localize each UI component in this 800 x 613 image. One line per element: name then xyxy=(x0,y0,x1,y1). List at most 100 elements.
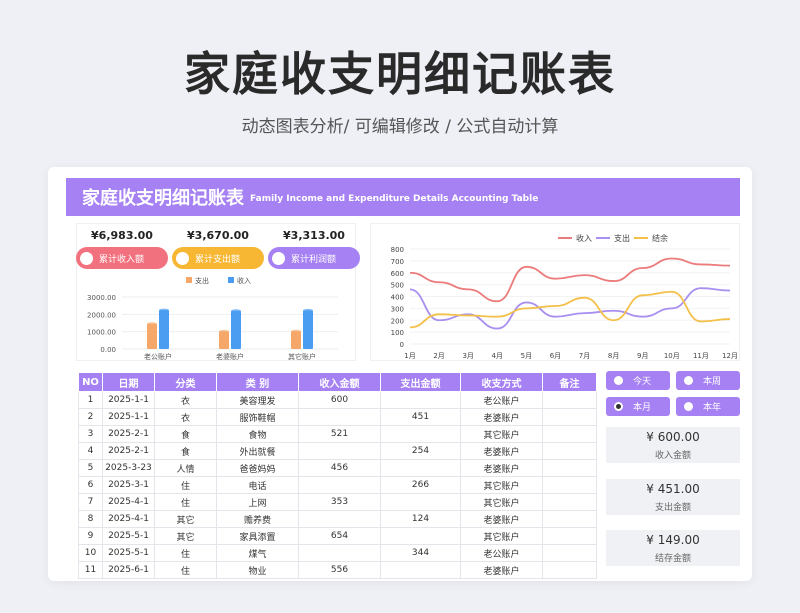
table-cell[interactable]: 8 xyxy=(78,510,103,528)
table-cell[interactable]: 住 xyxy=(154,493,217,511)
table-cell[interactable]: 456 xyxy=(298,459,381,477)
table-cell[interactable]: 521 xyxy=(298,425,381,443)
table-cell[interactable]: 住 xyxy=(154,544,217,562)
table-row[interactable]: 10 2025-5-1 住煤气 344 老公账户 xyxy=(78,544,597,562)
table-cell[interactable]: 物业 xyxy=(216,561,299,579)
table-cell[interactable]: 其它账户 xyxy=(460,425,543,443)
table-cell[interactable]: 爸爸妈妈 xyxy=(216,459,299,477)
table-cell[interactable] xyxy=(542,391,597,409)
table-cell[interactable]: 2025-4-1 xyxy=(102,493,155,511)
table-cell[interactable] xyxy=(380,561,461,579)
table-cell[interactable]: 2025-2-1 xyxy=(102,442,155,460)
table-cell[interactable] xyxy=(298,510,381,528)
table-cell[interactable]: 353 xyxy=(298,493,381,511)
table-cell[interactable] xyxy=(542,425,597,443)
table-cell[interactable]: 电话 xyxy=(216,476,299,494)
table-cell[interactable]: 10 xyxy=(78,544,103,562)
table-cell[interactable] xyxy=(298,408,381,426)
table-cell[interactable]: 2 xyxy=(78,408,103,426)
table-cell[interactable] xyxy=(542,561,597,579)
table-cell[interactable]: 344 xyxy=(380,544,461,562)
table-cell[interactable]: 老婆账户 xyxy=(460,561,543,579)
table-cell[interactable]: 衣 xyxy=(154,408,217,426)
table-cell[interactable]: 2025-3-23 xyxy=(102,459,155,477)
table-row[interactable]: 8 2025-4-1 其它 赡养费 124 老婆账户 xyxy=(78,510,597,528)
table-row[interactable]: 3 2025-2-1 食食物 521 其它账户 xyxy=(78,425,597,443)
table-cell[interactable]: 老公账户 xyxy=(460,544,543,562)
table-cell[interactable]: 2025-5-1 xyxy=(102,544,155,562)
table-cell[interactable] xyxy=(542,544,597,562)
table-cell[interactable]: 老婆账户 xyxy=(460,442,543,460)
table-cell[interactable]: 9 xyxy=(78,527,103,545)
table-cell[interactable]: 2025-1-1 xyxy=(102,391,155,409)
table-cell[interactable]: 266 xyxy=(380,476,461,494)
table-cell[interactable] xyxy=(380,459,461,477)
table-cell[interactable] xyxy=(380,425,461,443)
table-cell[interactable] xyxy=(380,493,461,511)
table-cell[interactable]: 11 xyxy=(78,561,103,579)
table-row[interactable]: 2 2025-1-1 衣服饰鞋帽 451 老婆账户 xyxy=(78,408,597,426)
table-cell[interactable]: 2025-4-1 xyxy=(102,510,155,528)
period-option-today[interactable]: 今天 xyxy=(606,371,670,390)
table-cell[interactable]: 2025-3-1 xyxy=(102,476,155,494)
table-cell[interactable]: 老公账户 xyxy=(460,391,543,409)
table-cell[interactable]: 老婆账户 xyxy=(460,459,543,477)
table-cell[interactable]: 4 xyxy=(78,442,103,460)
table-cell[interactable]: 7 xyxy=(78,493,103,511)
table-cell[interactable] xyxy=(298,476,381,494)
table-row[interactable]: 9 2025-5-1 其它 家具添置 654 其它账户 xyxy=(78,527,597,545)
table-cell[interactable]: 3 xyxy=(78,425,103,443)
table-cell[interactable]: 1 xyxy=(78,391,103,409)
table-cell[interactable]: 600 xyxy=(298,391,381,409)
table-cell[interactable]: 住 xyxy=(154,476,217,494)
table-cell[interactable] xyxy=(542,493,597,511)
table-cell[interactable] xyxy=(542,527,597,545)
table-cell[interactable]: 赡养费 xyxy=(216,510,299,528)
table-row[interactable]: 11 2025-6-1 住物业 556 老婆账户 xyxy=(78,561,597,579)
table-cell[interactable] xyxy=(542,408,597,426)
table-cell[interactable] xyxy=(298,442,381,460)
table-cell[interactable]: 服饰鞋帽 xyxy=(216,408,299,426)
radio-selected-icon[interactable] xyxy=(614,402,623,411)
table-cell[interactable]: 254 xyxy=(380,442,461,460)
table-cell[interactable]: 人情 xyxy=(154,459,217,477)
table-row[interactable]: 4 2025-2-1 食外出就餐 254 老婆账户 xyxy=(78,442,597,460)
table-cell[interactable]: 食物 xyxy=(216,425,299,443)
table-cell[interactable]: 其它 xyxy=(154,527,217,545)
table-cell[interactable]: 124 xyxy=(380,510,461,528)
table-row[interactable]: 7 2025-4-1 住上网 353 其它账户 xyxy=(78,493,597,511)
table-cell[interactable]: 老婆账户 xyxy=(460,510,543,528)
table-cell[interactable]: 其它账户 xyxy=(460,527,543,545)
table-cell[interactable]: 其它账户 xyxy=(460,493,543,511)
table-cell[interactable] xyxy=(542,476,597,494)
table-cell[interactable]: 煤气 xyxy=(216,544,299,562)
table-cell[interactable]: 其它 xyxy=(154,510,217,528)
radio-icon[interactable] xyxy=(684,376,693,385)
table-cell[interactable] xyxy=(380,391,461,409)
table-cell[interactable]: 美容理发 xyxy=(216,391,299,409)
table-cell[interactable]: 食 xyxy=(154,442,217,460)
table-cell[interactable]: 2025-2-1 xyxy=(102,425,155,443)
table-cell[interactable]: 556 xyxy=(298,561,381,579)
table-cell[interactable]: 外出就餐 xyxy=(216,442,299,460)
table-row[interactable]: 6 2025-3-1 住电话 266 其它账户 xyxy=(78,476,597,494)
radio-icon[interactable] xyxy=(614,376,623,385)
table-cell[interactable] xyxy=(298,544,381,562)
table-cell[interactable]: 家具添置 xyxy=(216,527,299,545)
table-cell[interactable]: 5 xyxy=(78,459,103,477)
table-cell[interactable] xyxy=(542,442,597,460)
table-cell[interactable]: 6 xyxy=(78,476,103,494)
table-cell[interactable]: 食 xyxy=(154,425,217,443)
period-option-week[interactable]: 本周 xyxy=(676,371,740,390)
period-option-year[interactable]: 本年 xyxy=(676,397,740,416)
table-cell[interactable] xyxy=(380,527,461,545)
table-cell[interactable]: 2025-5-1 xyxy=(102,527,155,545)
table-cell[interactable] xyxy=(542,459,597,477)
table-cell[interactable]: 451 xyxy=(380,408,461,426)
table-cell[interactable]: 老婆账户 xyxy=(460,408,543,426)
period-option-month[interactable]: 本月 xyxy=(606,397,670,416)
table-cell[interactable]: 2025-6-1 xyxy=(102,561,155,579)
table-cell[interactable]: 其它账户 xyxy=(460,476,543,494)
table-cell[interactable]: 2025-1-1 xyxy=(102,408,155,426)
table-cell[interactable]: 654 xyxy=(298,527,381,545)
